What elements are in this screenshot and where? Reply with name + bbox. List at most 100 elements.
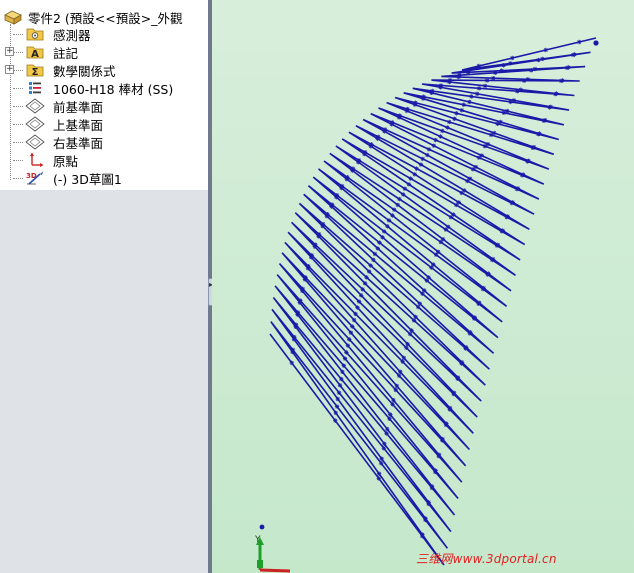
sketch-point-marker — [476, 155, 482, 160]
sketch-point-marker — [339, 183, 345, 189]
sketch-point-marker — [452, 116, 457, 122]
tree-item-right-plane[interactable]: 右基準面 — [0, 133, 208, 151]
sketch-point-marker — [431, 143, 436, 148]
sketch-point-marker — [490, 256, 496, 262]
tree-root-part[interactable]: 零件2 (預設<<預設>_外觀 — [0, 8, 208, 26]
3d-sketch-geometry: Y — [254, 37, 599, 573]
sketch-point-marker — [375, 134, 381, 139]
sketch-point-marker — [420, 156, 425, 162]
sketch-point-marker — [474, 91, 480, 97]
sketch-point-marker — [414, 166, 419, 171]
sketch-point-marker — [356, 299, 362, 304]
sketch-point-marker — [339, 376, 344, 382]
sketch-point-marker — [499, 68, 504, 73]
sketch-point-marker — [417, 301, 422, 306]
sketch-point-marker — [329, 202, 335, 207]
sketch-point-marker — [423, 516, 428, 521]
sketch-point-marker — [390, 213, 395, 218]
sketch-point-markers — [289, 39, 582, 539]
sketch-point-marker — [505, 108, 510, 114]
sketch-point-marker — [554, 91, 559, 96]
sketch-point-marker — [481, 285, 486, 291]
sensor-folder-icon — [24, 26, 46, 42]
sketch-point-marker — [476, 86, 482, 91]
sketch-point-marker — [385, 224, 390, 229]
sketch-point-marker — [362, 281, 368, 286]
sketch-point-marker — [445, 224, 451, 230]
sketch-point-marker — [387, 416, 392, 422]
sketch-point-marker — [421, 288, 427, 293]
tree-connector — [13, 178, 23, 179]
sketch-point-marker — [386, 218, 392, 223]
tree-item-3d-sketch[interactable]: 3D (-) 3D草圖1 — [0, 169, 208, 187]
sketch-point-marker — [334, 404, 340, 409]
part-icon — [2, 9, 24, 25]
tree-item-label: 右基準面 — [53, 135, 104, 151]
sketch-point-marker — [405, 106, 410, 112]
3d-sketch-icon: 3D — [24, 170, 46, 186]
sketch-point-marker — [467, 99, 472, 105]
sketch-point-marker — [466, 68, 472, 73]
graphics-viewport[interactable]: Y — [212, 0, 634, 573]
sketch-point-marker — [433, 137, 438, 143]
tree-item-label: 1060-H18 棒材 (SS) — [53, 81, 174, 97]
sketch-point-marker — [470, 167, 476, 172]
sketch-point-marker — [436, 452, 442, 457]
sketch-point-marker — [393, 387, 398, 393]
sketch-point-marker — [320, 221, 326, 227]
tree-connector — [13, 124, 23, 125]
sketch-point-marker — [342, 356, 348, 361]
sketch-point-marker — [473, 164, 479, 170]
sketch-point-marker — [435, 249, 441, 255]
sketch-point-marker — [397, 113, 402, 118]
sketch-point-marker — [440, 237, 446, 242]
sketch-point-marker — [459, 108, 465, 113]
tree-item-material[interactable]: 1060-H18 棒材 (SS) — [0, 79, 208, 97]
sketch-point-marker — [500, 228, 505, 233]
sketch-point-marker — [438, 134, 443, 139]
sketch-point-marker — [398, 369, 403, 375]
sketch-point-marker — [348, 330, 354, 335]
svg-text:Σ: Σ — [32, 67, 39, 78]
sketch-point-marker — [376, 476, 381, 481]
tree-connector — [13, 160, 23, 161]
sketch-point-marker — [391, 397, 396, 403]
sketch-point-marker — [451, 212, 456, 217]
sketch-point-marker — [464, 345, 469, 350]
sketch-point-marker — [412, 172, 418, 177]
tree-root-label: 零件2 (預設<<預設>_外觀 — [28, 10, 183, 26]
sketch-point-marker — [515, 186, 521, 191]
tree-item-label: (-) 3D草圖1 — [53, 171, 122, 187]
tree-empty-area — [0, 190, 208, 573]
sketch-point-marker — [536, 57, 541, 63]
sketch-point-marker — [366, 269, 372, 274]
sketch-point-marker — [485, 141, 491, 147]
sketch-point-marker — [379, 461, 384, 466]
sketch-point-marker — [451, 390, 457, 395]
sketch-point-marker — [395, 202, 400, 208]
sketch-point-marker — [292, 334, 297, 340]
sketch-point-marker — [433, 468, 438, 473]
sketch-point-marker — [409, 328, 414, 333]
sketch-point-marker — [402, 186, 408, 191]
sketch-point-marker — [353, 311, 358, 317]
sketch-point-marker — [351, 317, 357, 323]
tree-item-annotations[interactable]: + A 註記 — [0, 43, 208, 61]
sketch-point-marker — [413, 100, 418, 105]
sketch-point-marker — [340, 369, 345, 375]
sketch-point-marker — [454, 111, 459, 116]
feature-manager-tree: 零件2 (預設<<預設>_外觀 感測器 + A 註記 + Σ 數學關係式 106… — [0, 0, 208, 573]
sketch-point-marker — [382, 127, 388, 132]
tree-item-front-plane[interactable]: 前基準面 — [0, 97, 208, 115]
sketch-point-marker — [542, 117, 548, 123]
sketch-point-marker — [518, 87, 524, 92]
tree-item-label: 前基準面 — [53, 99, 104, 115]
sketch-point-marker — [445, 125, 450, 130]
sketch-point-marker — [405, 341, 410, 347]
tree-item-equations[interactable]: + Σ 數學關係式 — [0, 61, 208, 79]
sketch-point-marker — [379, 456, 384, 461]
tree-item-top-plane[interactable]: 上基準面 — [0, 115, 208, 133]
tree-item-origin[interactable]: 原點 — [0, 151, 208, 169]
tree-item-sensors[interactable]: 感測器 — [0, 25, 208, 43]
sketch-point-marker — [362, 149, 368, 155]
